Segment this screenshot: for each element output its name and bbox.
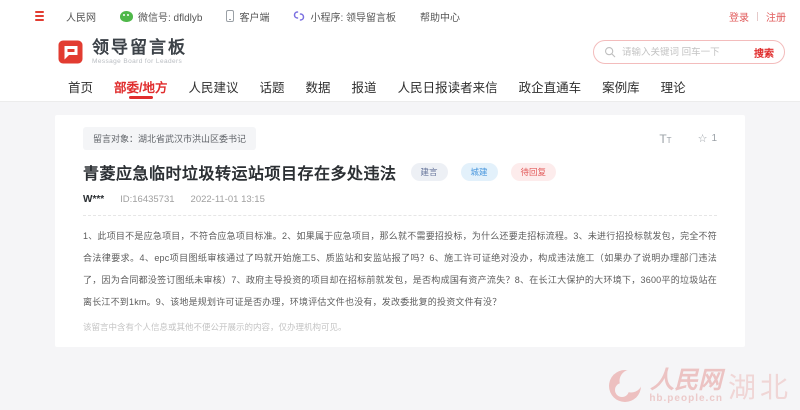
font-size-icon[interactable]: TT: [659, 132, 671, 145]
nav-item-reports[interactable]: 报道: [352, 72, 377, 101]
watermark-url: hb.people.cn: [649, 393, 723, 404]
favorite-button[interactable]: ☆ 1: [698, 132, 717, 145]
nav-item-case-library[interactable]: 案例库: [602, 72, 640, 101]
nav-item-gov-business[interactable]: 政企直通车: [519, 72, 582, 101]
topbar-help[interactable]: 帮助中心: [420, 9, 460, 24]
site-header: 领导留言板 Message Board for Leaders 搜索: [0, 32, 800, 72]
watermark-brand: 人民网 hb.people.cn: [649, 368, 723, 404]
message-tools: TT ☆ 1: [659, 132, 717, 145]
search-icon: [604, 46, 616, 58]
topbar-client[interactable]: 客户端: [226, 9, 269, 24]
topbar: 人民网 微信号: dfldlyb 客户端 小程序: 领导留言板 帮助中心 登录 …: [0, 0, 800, 32]
logo-mark-icon: [58, 40, 83, 64]
author-id: ID:16435731: [120, 194, 175, 205]
nav-item-reader-letters[interactable]: 人民日报读者来信: [398, 72, 498, 101]
message-timestamp: 2022-11-01 13:15: [190, 194, 265, 205]
logo-title: 领导留言板: [92, 37, 187, 57]
main-content: 留言对象：湖北省武汉市洪山区委书记 TT ☆ 1 青菱应急临时垃圾转运站项目存在…: [0, 102, 800, 410]
nav-item-home[interactable]: 首页: [68, 72, 93, 101]
star-icon: ☆: [697, 132, 708, 145]
message-card: 留言对象：湖北省武汉市洪山区委书记 TT ☆ 1 青菱应急临时垃圾转运站项目存在…: [55, 115, 745, 347]
tag-category: 建言: [410, 163, 448, 181]
topbar-help-label: 帮助中心: [420, 12, 461, 24]
topbar-client-label: 客户端: [239, 12, 270, 24]
topbar-wechat[interactable]: 微信号: dfldlyb: [120, 9, 202, 24]
message-title-row: 青菱应急临时垃圾转运站项目存在多处违法 建言 城建 待回复: [83, 160, 717, 184]
nav-item-ministries-local[interactable]: 部委/地方: [114, 72, 167, 101]
topbar-miniprogram-label: 小程序: 领导留言板: [310, 12, 397, 24]
miniprogram-icon: [294, 11, 305, 21]
watermark-region: 湖北: [727, 372, 792, 403]
search-button[interactable]: 搜索: [754, 45, 774, 60]
privacy-footnote: 该留言中含有个人信息或其他不便公开展示的内容，仅办理机构可见。: [83, 322, 347, 332]
nav-item-theory[interactable]: 理论: [661, 72, 686, 101]
tag-field: 城建: [460, 163, 498, 181]
menu-icon[interactable]: [35, 11, 44, 21]
topbar-link-peoples-daily[interactable]: 人民网: [66, 9, 96, 24]
topbar-miniprogram[interactable]: 小程序: 领导留言板: [293, 9, 396, 24]
message-tags: 建言 城建 待回复: [410, 163, 557, 181]
register-link[interactable]: 注册: [766, 9, 786, 24]
nav-item-suggestions[interactable]: 人民建议: [189, 72, 239, 101]
nav-item-data[interactable]: 数据: [306, 72, 331, 101]
topbar-wechat-label: 微信号: dfldlyb: [138, 12, 203, 24]
tag-status: 待回复: [510, 163, 557, 181]
nav-item-topics[interactable]: 话题: [260, 72, 285, 101]
message-meta-row: W*** ID:16435731 2022-11-01 13:15: [83, 194, 717, 216]
logo-text: 领导留言板 Message Board for Leaders: [92, 37, 187, 66]
watermark: 人民网 hb.people.cn 湖北: [608, 366, 792, 406]
logo-subtitle: Message Board for Leaders: [92, 58, 183, 66]
search-input[interactable]: [622, 46, 748, 58]
primary-nav: 首页 部委/地方 人民建议 话题 数据 报道 人民日报读者来信 政企直通车 案例…: [0, 72, 800, 102]
author-name: W***: [83, 194, 105, 205]
message-body: 1、此项目不是应急项目，不符合应急项目标准。2、如果属于应急项目，那么就不需要招…: [83, 231, 717, 307]
watermark-site-name: 人民网: [650, 365, 723, 394]
favorite-count: 1: [711, 132, 717, 144]
message-title: 青菱应急临时垃圾转运站项目存在多处违法: [83, 166, 397, 183]
phone-icon: [226, 10, 235, 22]
message-target-badge: 留言对象：湖北省武汉市洪山区委书记: [83, 127, 257, 150]
login-link[interactable]: 登录: [729, 9, 749, 24]
search-bar: 搜索: [593, 40, 785, 64]
auth-divider: [757, 11, 758, 21]
watermark-moon-icon: [609, 369, 643, 402]
page: 人民网 微信号: dfldlyb 客户端 小程序: 领导留言板 帮助中心 登录 …: [0, 0, 800, 410]
site-logo[interactable]: 领导留言板 Message Board for Leaders: [57, 38, 187, 66]
topbar-site-label: 人民网: [66, 12, 96, 24]
wechat-icon: [120, 10, 133, 22]
message-card-header: 留言对象：湖北省武汉市洪山区委书记 TT ☆ 1: [83, 127, 717, 150]
